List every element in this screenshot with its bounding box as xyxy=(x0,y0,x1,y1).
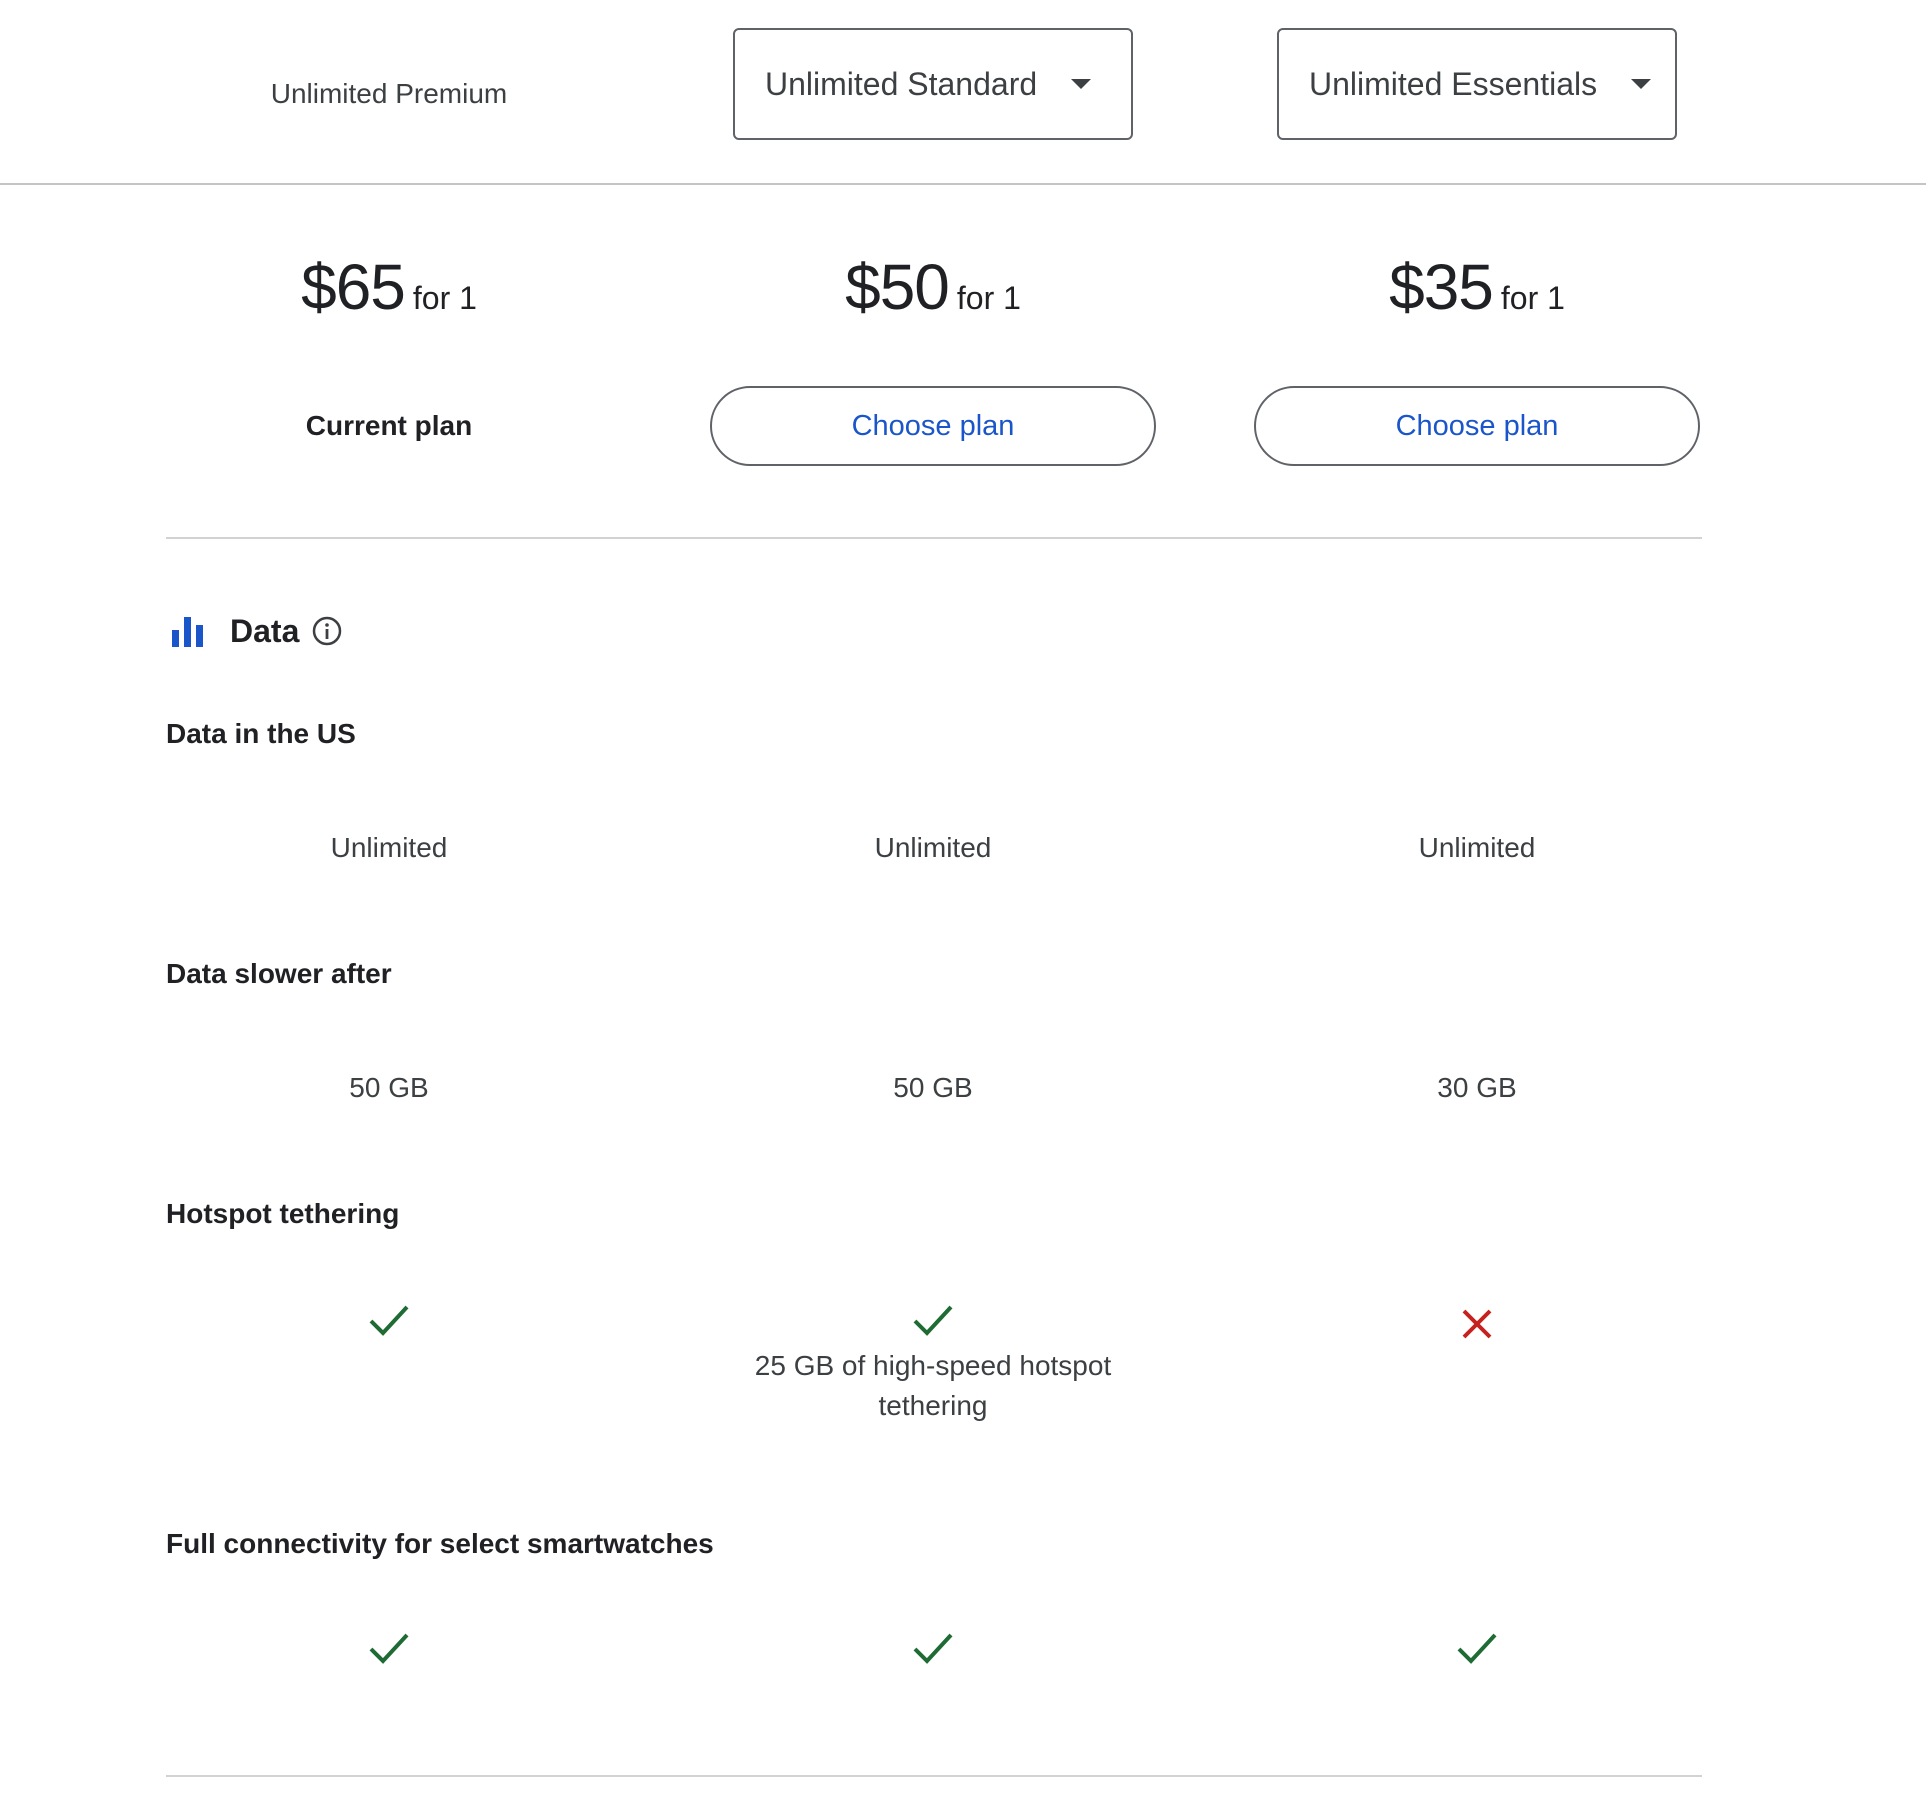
feature-label-data-slower: Data slower after xyxy=(166,958,392,989)
check-icon xyxy=(913,1633,953,1664)
plan-header: Unlimited Premium Unlimited Standard Unl… xyxy=(0,0,1926,185)
feature-value-cell: Unlimited xyxy=(1254,828,1700,868)
feature-value-cell xyxy=(1254,1306,1700,1342)
price-amount: $35 xyxy=(1389,251,1494,323)
check-icon xyxy=(913,1305,953,1336)
feature-value: 50 GB xyxy=(893,1072,973,1103)
current-plan-label: Current plan xyxy=(305,410,473,441)
section-header-data: Data xyxy=(170,606,343,656)
feature-value-cell: 30 GB xyxy=(1254,1068,1700,1108)
price-suffix: for 1 xyxy=(956,280,1021,316)
caret-down-icon xyxy=(1631,79,1652,89)
check-icon xyxy=(1457,1633,1497,1664)
check-icon xyxy=(369,1633,409,1664)
price-essentials: $35 for 1 xyxy=(1254,250,1700,330)
feature-value-cell xyxy=(1254,1628,1700,1668)
feature-value: Unlimited xyxy=(1418,832,1536,863)
feature-value: Unlimited xyxy=(330,832,448,863)
feature-value-cell xyxy=(166,1300,612,1340)
price-amount: $50 xyxy=(845,251,950,323)
current-plan-cell: Current plan xyxy=(166,386,612,466)
feature-value-cell: 50 GB xyxy=(166,1068,612,1108)
bar-chart-icon xyxy=(172,617,203,647)
choose-plan-button-essentials[interactable]: Choose plan xyxy=(1254,386,1700,466)
feature-label-data-us: Data in the US xyxy=(166,718,356,749)
feature-label-smartwatch: Full connectivity for select smartwatche… xyxy=(166,1528,714,1559)
feature-value-cell xyxy=(166,1628,612,1668)
price-amount: $65 xyxy=(301,251,406,323)
feature-value-cell: 25 GB of high-speed hotspot tethering xyxy=(710,1300,1156,1426)
price-premium: $65 for 1 xyxy=(166,250,612,330)
feature-value-cell: 50 GB xyxy=(710,1068,1156,1108)
feature-note: 25 GB of high-speed hotspot tethering xyxy=(754,1350,1112,1421)
plan-select-standard[interactable]: Unlimited Standard xyxy=(733,28,1133,140)
cta-essentials: Choose plan xyxy=(1254,386,1700,466)
plan-select-essentials[interactable]: Unlimited Essentials xyxy=(1277,28,1677,140)
cta-standard: Choose plan xyxy=(710,386,1156,466)
price-suffix: for 1 xyxy=(412,280,477,316)
close-x-icon xyxy=(1462,1309,1492,1339)
section-title: Data xyxy=(230,612,300,649)
feature-value: 50 GB xyxy=(349,1072,429,1103)
plan-select-label: Unlimited Standard xyxy=(765,65,1038,102)
check-icon xyxy=(369,1305,409,1336)
info-icon[interactable] xyxy=(311,615,343,647)
choose-plan-button-standard[interactable]: Choose plan xyxy=(710,386,1156,466)
feature-value-cell: Unlimited xyxy=(166,828,612,868)
feature-label-hotspot: Hotspot tethering xyxy=(166,1198,400,1229)
feature-value-cell: Unlimited xyxy=(710,828,1156,868)
caret-down-icon xyxy=(1071,79,1092,89)
feature-value-cell xyxy=(710,1628,1156,1668)
price-standard: $50 for 1 xyxy=(710,250,1156,330)
divider xyxy=(166,537,1702,539)
plan-name-premium: Unlimited Premium xyxy=(270,78,508,109)
divider xyxy=(166,1775,1702,1777)
price-suffix: for 1 xyxy=(1500,280,1565,316)
feature-value: 30 GB xyxy=(1437,1072,1517,1103)
plan-select-label: Unlimited Essentials xyxy=(1309,65,1598,102)
feature-value: Unlimited xyxy=(874,832,992,863)
